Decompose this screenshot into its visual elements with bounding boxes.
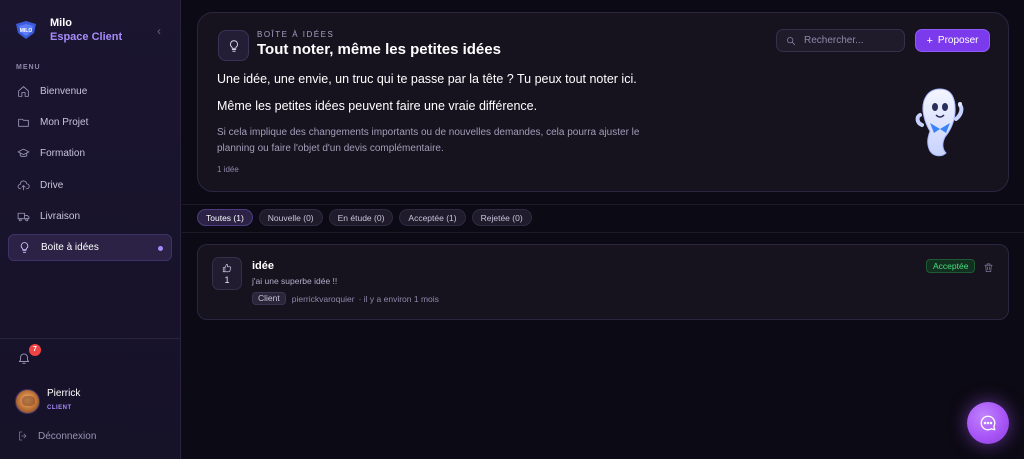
brand-subtitle: Espace Client [50,31,123,43]
chat-bubble-icon [980,415,996,431]
search-input[interactable] [804,35,900,46]
lightbulb-icon [229,39,238,52]
sidebar: MILO Milo Espace Client ‹ MENU Bienvenue… [0,0,181,459]
sidebar-item-livraison[interactable]: Livraison [8,203,172,230]
search-icon [787,36,796,45]
logout-label: Déconnexion [38,430,97,442]
idea-card[interactable]: 1 idée j'ai une superbe idée !! Client p… [197,244,1009,320]
sidebar-nav: Bienvenue Mon Projet Formation Drive Liv… [8,78,172,265]
filter-all[interactable]: Toutes (1) [197,209,253,226]
idea-timestamp: · il y a environ 1 mois [358,293,439,304]
intro-disclaimer: Si cela implique des changements importa… [217,127,640,154]
author-name: pierrickvaroquier [291,293,355,304]
sidebar-item-label: Boite à idées [41,241,99,253]
user-profile[interactable]: Pierrick CLIENT [15,386,80,416]
folder-icon [18,119,29,127]
sidebar-item-label: Bienvenue [40,86,88,97]
plus-icon: + [926,34,933,47]
active-indicator-dot [158,245,163,251]
delete-idea-button[interactable] [983,260,995,272]
filter-acceptee[interactable]: Acceptée (1) [399,209,466,226]
svg-text:MILO: MILO [20,28,33,34]
hero-icon-box [218,30,249,61]
upvote-button[interactable]: 1 [212,257,242,290]
home-icon [18,86,29,97]
logout-button[interactable]: Déconnexion [17,430,96,442]
ghost-mascot-illustration [915,88,964,157]
sidebar-item-label: Mon Projet [40,117,89,129]
milo-logo-icon: MILO [16,21,36,39]
filter-nouvelle[interactable]: Nouvelle (0) [258,209,323,226]
logout-icon [19,431,27,441]
intro-subtext: Même les petites idées peuvent faire une… [217,99,538,113]
avatar [15,388,40,414]
brand-name: Milo [50,17,72,29]
idea-count: 1 idée [217,165,239,174]
brand[interactable]: MILO Milo Espace Client [14,16,122,44]
collapse-sidebar-icon[interactable]: ‹ [152,24,166,38]
sidebar-divider [0,338,181,339]
sidebar-item-label: Formation [40,148,86,160]
sidebar-item-mon-projet[interactable]: Mon Projet [8,109,172,136]
lightbulb-icon [20,242,29,253]
propose-button[interactable]: + Proposer [915,29,990,52]
sidebar-item-drive[interactable]: Drive [8,172,172,199]
trash-icon [984,263,993,272]
filter-rejetee[interactable]: Rejetée (0) [471,209,532,226]
notifications-button[interactable]: 7 [17,344,41,367]
filter-en-etude[interactable]: En étude (0) [328,209,394,226]
menu-section-label: MENU [16,64,41,71]
sidebar-item-bienvenue[interactable]: Bienvenue [8,78,172,105]
author-role-badge: Client [252,292,286,305]
sidebar-item-formation[interactable]: Formation [8,140,172,167]
truck-icon [17,212,30,222]
cloud-upload-icon [17,180,30,190]
vote-count: 1 [224,274,230,285]
status-badge: Acceptée [926,259,976,273]
notification-count-badge: 7 [29,344,41,356]
idea-title: idée [252,260,275,272]
user-role: CLIENT [47,405,72,411]
sidebar-item-label: Livraison [40,210,81,222]
intro-text: Une idée, une envie, un truc qui te pass… [217,72,637,86]
sidebar-item-boite-a-idees[interactable]: Boite à idées [8,233,172,261]
ideas-hero-card: BOÎTE À IDÉES Tout noter, même les petit… [197,12,1009,192]
user-name: Pierrick [47,388,81,399]
graduation-cap-icon [17,149,30,158]
sidebar-item-label: Drive [40,179,64,191]
page-title: Tout noter, même les petites idées [257,41,501,58]
propose-label: Proposer [937,35,979,46]
search-box[interactable] [776,29,905,52]
idea-description: j'ai une superbe idée !! [252,276,338,286]
thumbs-up-icon [222,263,232,272]
idea-meta: Client pierrickvaroquier · il y a enviro… [252,292,439,305]
chat-button[interactable] [967,402,1009,444]
status-filters: Toutes (1) Nouvelle (0) En étude (0) Acc… [197,209,538,226]
section-eyebrow: BOÎTE À IDÉES [257,30,335,39]
